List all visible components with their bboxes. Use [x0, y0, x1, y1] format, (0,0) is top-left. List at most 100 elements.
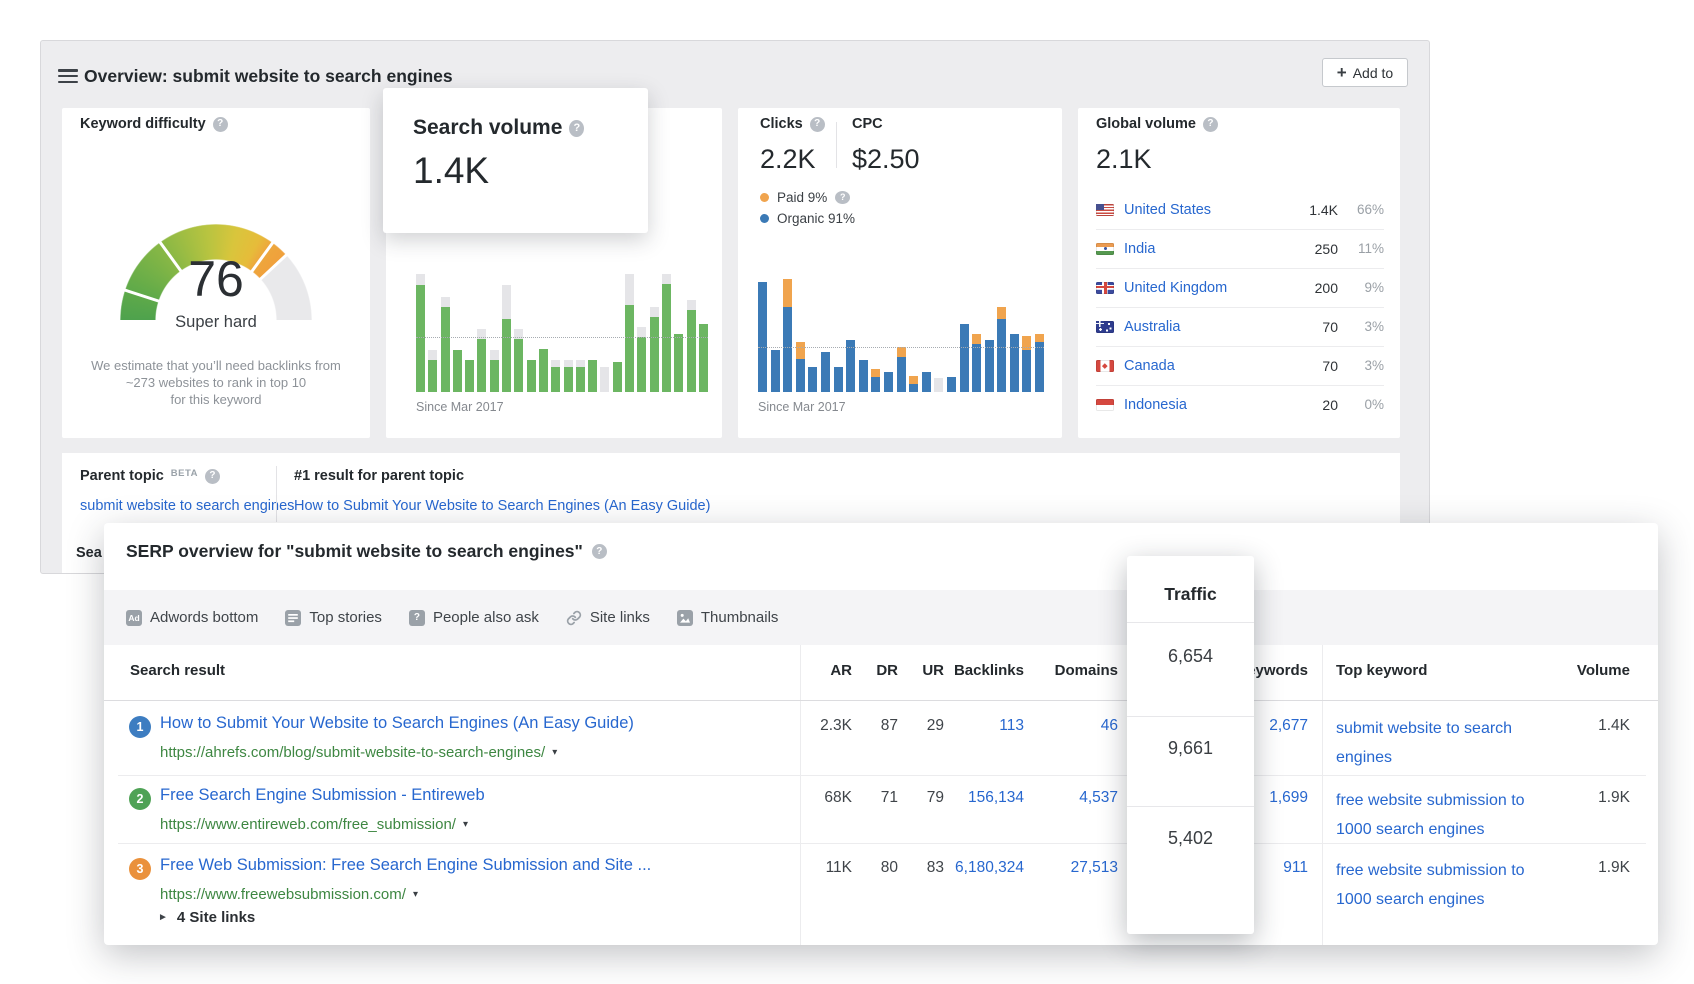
toolbar-item-people-also-ask[interactable]: ? People also ask: [409, 609, 539, 626]
volume-value: 1.9K: [1530, 789, 1630, 807]
country-link[interactable]: United Kingdom: [1124, 280, 1276, 296]
site-links-label: 4 Site links: [177, 909, 255, 926]
toolbar-item-site-links[interactable]: Site links: [566, 609, 650, 626]
site-links-icon: [566, 610, 582, 626]
url-dropdown-icon[interactable]: ▾: [463, 819, 468, 830]
chart-bar: [1010, 334, 1019, 392]
chart-bar: [625, 274, 634, 392]
chart-bar: [502, 285, 511, 392]
chart-bar: [972, 334, 981, 392]
keyword-difficulty-title: Keyword difficulty ?: [80, 116, 228, 132]
chart-bar: [834, 367, 843, 392]
toolbar-label: People also ask: [433, 609, 539, 626]
domains-link[interactable]: 27,513: [1018, 859, 1118, 877]
toolbar-item-thumbnails[interactable]: Thumbnails: [677, 609, 779, 626]
parent-topic-link[interactable]: submit website to search engines: [80, 498, 294, 514]
paid-legend: Paid 9% ?: [760, 190, 850, 205]
chart-bar: [416, 274, 425, 392]
top-keyword-link[interactable]: submit website to search engines: [1336, 714, 1526, 772]
us-flag-icon: [1096, 204, 1114, 216]
search-volume-chart: [416, 272, 708, 392]
difficulty-score: 76: [116, 250, 316, 308]
expand-icon: ►: [158, 912, 168, 923]
thumbnails-icon: [677, 610, 693, 626]
help-icon[interactable]: ?: [205, 469, 220, 484]
chart-bar: [947, 377, 956, 392]
country-volume: 20: [1286, 397, 1338, 413]
organic-dot-icon: [760, 214, 769, 223]
domains-link[interactable]: 46: [1018, 717, 1118, 735]
column-header-backlinks: Backlinks: [924, 662, 1024, 679]
help-icon[interactable]: ?: [592, 544, 607, 559]
chart-bar: [859, 360, 868, 392]
serp-toolbar: Ad Adwords bottom Top stories ? People a…: [126, 590, 778, 645]
result-url-link[interactable]: https://ahrefs.com/blog/submit-website-t…: [160, 744, 545, 761]
chart-bar: [477, 329, 486, 392]
clicks-chart: [758, 272, 1044, 392]
parent-topic-label: Parent topic: [80, 468, 164, 484]
country-row: United Kingdom 200 9%: [1096, 268, 1384, 307]
volume-value: 1.4K: [1530, 717, 1630, 735]
backlinks-link[interactable]: 6,180,324: [924, 859, 1024, 877]
chart-bar: [699, 324, 708, 392]
volume-value: 1.9K: [1530, 859, 1630, 877]
traffic-value: 5,402: [1127, 828, 1254, 849]
chart-bar: [490, 350, 499, 392]
position-badge: 3: [129, 858, 151, 880]
chart-bar: [453, 350, 462, 392]
uk-flag-icon: [1096, 282, 1114, 294]
help-icon[interactable]: ?: [1203, 117, 1218, 132]
help-icon[interactable]: ?: [213, 117, 228, 132]
backlinks-link[interactable]: 113: [924, 717, 1024, 735]
difficulty-description: We estimate that you’ll need backlinks f…: [70, 357, 362, 408]
clicks-value: 2.2K: [760, 144, 816, 175]
paid-dot-icon: [760, 193, 769, 202]
cpc-title: CPC: [852, 116, 883, 132]
menu-icon[interactable]: [58, 69, 78, 83]
top-keyword-link[interactable]: free website submission to 1000 search e…: [1336, 856, 1526, 914]
toolbar-label: Site links: [590, 609, 650, 626]
chart-bar: [441, 297, 450, 392]
position-badge: 1: [129, 716, 151, 738]
add-to-label: Add to: [1353, 65, 1393, 81]
help-icon[interactable]: ?: [835, 191, 850, 204]
help-icon[interactable]: ?: [810, 117, 825, 132]
chart-bar: [539, 349, 548, 392]
backlinks-link[interactable]: 156,134: [924, 789, 1024, 807]
toolbar-item-adwords-bottom[interactable]: Ad Adwords bottom: [126, 609, 258, 626]
country-link[interactable]: United States: [1124, 202, 1276, 218]
country-link[interactable]: Canada: [1124, 358, 1276, 374]
country-link[interactable]: Australia: [1124, 319, 1276, 335]
country-percent: 0%: [1348, 397, 1384, 412]
top-keyword-link[interactable]: free website submission to 1000 search e…: [1336, 786, 1526, 844]
parent-topic-title: Parent topic BETA ?: [80, 468, 220, 484]
country-link[interactable]: Indonesia: [1124, 397, 1276, 413]
country-link[interactable]: India: [1124, 241, 1276, 257]
search-volume-popup-title: Search volume ?: [413, 116, 584, 140]
indonesia-flag-icon: [1096, 399, 1114, 411]
url-dropdown-icon[interactable]: ▾: [413, 889, 418, 900]
volume-average-line: [416, 337, 708, 338]
domains-link[interactable]: 4,537: [1018, 789, 1118, 807]
add-to-button[interactable]: + Add to: [1322, 58, 1408, 87]
parent-result-link[interactable]: How to Submit Your Website to Search Eng…: [294, 498, 710, 514]
chart-bar: [909, 376, 918, 392]
url-dropdown-icon[interactable]: ▾: [552, 747, 557, 758]
chart-bar: [1022, 336, 1031, 392]
chart-bar: [576, 360, 585, 392]
chart-bar: [613, 362, 622, 392]
result-title-link[interactable]: Free Search Engine Submission - Entirewe…: [160, 786, 485, 805]
chart-bar: [428, 350, 437, 392]
country-volume: 200: [1286, 280, 1338, 296]
parent-topic-divider: [276, 466, 277, 522]
result-url-link[interactable]: https://www.freewebsubmission.com/: [160, 886, 406, 903]
clicks-average-line: [758, 347, 1044, 348]
result-url-link[interactable]: https://www.entireweb.com/free_submissio…: [160, 816, 456, 833]
result-title-link[interactable]: Free Web Submission: Free Search Engine …: [160, 856, 651, 875]
search-volume-label: Search volume: [413, 116, 562, 140]
cpc-label: CPC: [852, 116, 883, 132]
result-title-link[interactable]: How to Submit Your Website to Search Eng…: [160, 714, 634, 733]
site-links-toggle[interactable]: ► 4 Site links: [158, 909, 255, 926]
toolbar-item-top-stories[interactable]: Top stories: [285, 609, 382, 626]
help-icon[interactable]: ?: [569, 120, 584, 137]
